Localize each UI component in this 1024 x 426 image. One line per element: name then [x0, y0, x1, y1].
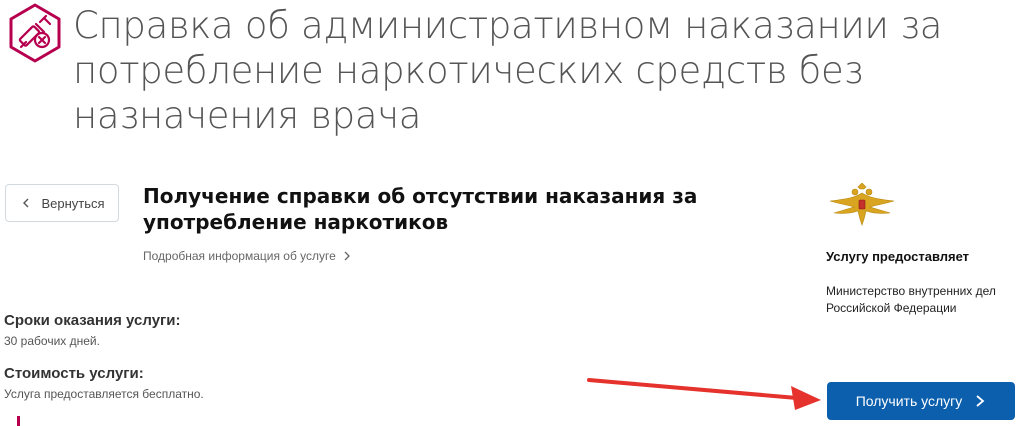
chevron-right-icon	[976, 395, 985, 407]
double-headed-eagle-emblem	[829, 183, 895, 226]
back-button[interactable]: Вернуться	[5, 184, 119, 222]
service-details-link[interactable]: Подробная информация об услуге	[143, 249, 352, 263]
service-details-label: Подробная информация об услуге	[143, 249, 336, 263]
cost-label: Стоимость услуги:	[4, 365, 144, 382]
accent-bar	[17, 416, 20, 426]
provider-label: Услугу предоставляет	[826, 249, 970, 264]
get-service-label: Получить услугу	[855, 393, 963, 409]
chevron-left-icon	[23, 198, 29, 208]
syringe-prohibited-icon	[9, 3, 61, 63]
terms-value: 30 рабочих дней.	[4, 334, 100, 348]
back-button-label: Вернуться	[41, 195, 105, 211]
chevron-right-icon	[344, 251, 350, 261]
cost-value: Услуга предоставляется бесплатно.	[4, 387, 204, 401]
terms-label: Сроки оказания услуги:	[4, 312, 181, 329]
service-title: Получение справки об отсутствии наказани…	[143, 184, 698, 234]
annotation-arrow	[587, 378, 821, 410]
provider-name: Министерство внутренних дел Российской Ф…	[826, 284, 996, 315]
get-service-button[interactable]: Получить услугу	[827, 382, 1015, 420]
page-title: Справка об административном наказании за…	[73, 4, 943, 137]
